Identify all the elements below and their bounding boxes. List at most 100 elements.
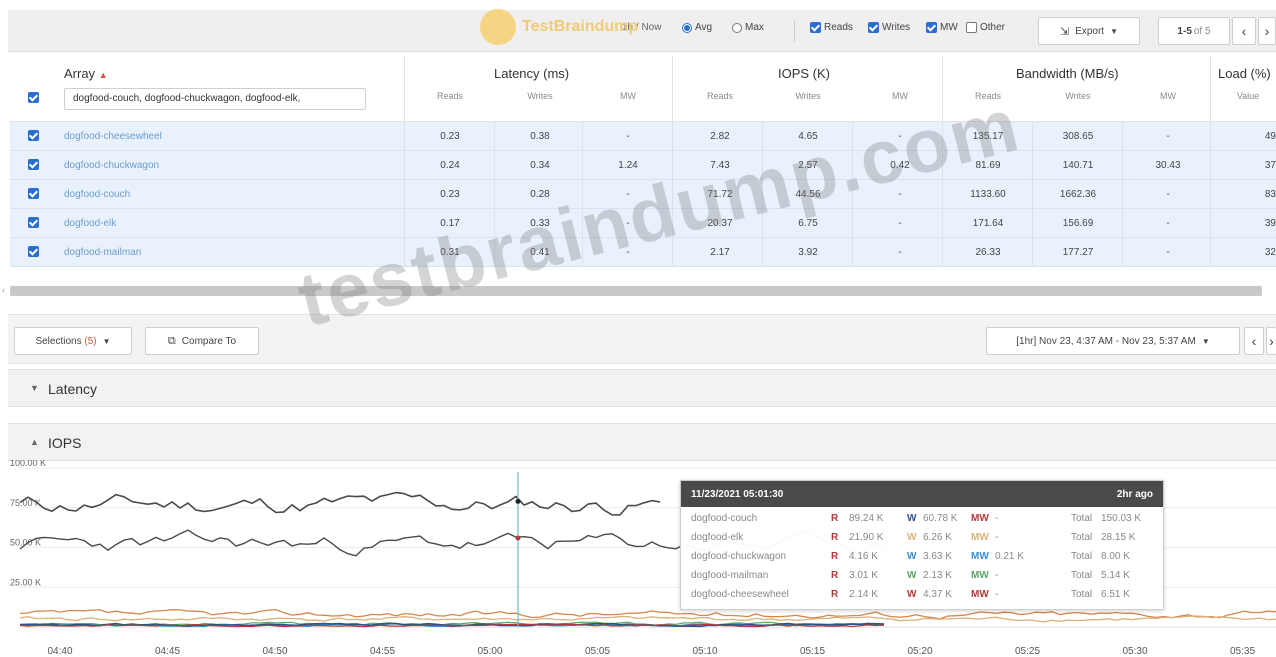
cell-iops-mw: - [898, 247, 902, 258]
selections-dropdown[interactable]: Selections (5) ▼ [14, 327, 132, 355]
cell-bw-w: 308.65 [1062, 131, 1094, 142]
cell-divider [582, 180, 583, 209]
cell-divider [1122, 122, 1123, 151]
export-button[interactable]: ⇲ Export ▼ [1038, 17, 1140, 45]
caret-down-icon: ▼ [1201, 336, 1210, 346]
table-row[interactable]: dogfood-chuckwagon 0.24 0.34 1.24 7.43 2.57 0.… [10, 151, 1276, 180]
cell-iops-mw: 0.42 [890, 160, 910, 171]
row-checkbox[interactable] [28, 159, 39, 170]
bw-mw-subheader[interactable]: MW [1138, 91, 1198, 101]
prev-page-button[interactable]: ‹ [1232, 17, 1256, 45]
time-next-button[interactable]: › [1266, 327, 1276, 355]
bw-writes-subheader[interactable]: Writes [1048, 91, 1108, 101]
array-name-link[interactable]: dogfood-mailman [64, 247, 141, 258]
cell-bw-w: 1662.36 [1059, 189, 1097, 200]
cell-divider [1032, 151, 1033, 180]
select-all-checkbox[interactable] [28, 92, 39, 103]
cell-divider [404, 238, 405, 267]
cell-lat-r: 0.23 [440, 131, 460, 142]
tooltip-r-label: R [831, 513, 839, 524]
cell-divider [1032, 238, 1033, 267]
time-prev-button[interactable]: ‹ [1244, 327, 1264, 355]
array-column-header[interactable]: Array ▲ [64, 66, 108, 81]
tooltip-total-label: Total [1071, 589, 1093, 600]
latency-mw-subheader[interactable]: MW [598, 91, 658, 101]
expanded-arrow-icon: ▲ [30, 437, 39, 447]
array-name-link[interactable]: dogfood-elk [64, 218, 116, 229]
array-name-link[interactable]: dogfood-couch [64, 189, 130, 200]
caret-down-icon: ▼ [102, 336, 111, 346]
cell-divider [762, 180, 763, 209]
cell-lat-r: 0.31 [440, 247, 460, 258]
time-range-dropdown[interactable]: [1hr] Nov 23, 4:37 AM - Nov 23, 5:37 AM … [986, 327, 1240, 355]
y-tick-label: 25.00 K [10, 577, 41, 587]
table-row[interactable]: dogfood-elk 0.17 0.33 - 20.37 6.75 - 171.64 156.… [10, 209, 1276, 238]
writes-checkbox[interactable]: Writes [868, 22, 910, 33]
table-row[interactable]: dogfood-mailman 0.31 0.41 - 2.17 3.92 - 26.33 17… [10, 238, 1276, 267]
max-label: Max [745, 22, 764, 33]
tooltip-timestamp: 11/23/2021 05:01:30 [691, 489, 784, 500]
other-checkbox[interactable]: Other [966, 22, 1005, 33]
horizontal-scrollbar[interactable] [10, 286, 1262, 296]
cell-divider [582, 209, 583, 238]
reads-checkbox[interactable]: Reads [810, 22, 853, 33]
mw-checkbox[interactable]: MW [926, 22, 958, 33]
cell-bw-r: 81.69 [975, 160, 1001, 171]
cell-iops-w: 2.57 [798, 160, 818, 171]
cell-lat-w: 0.33 [530, 218, 550, 229]
tooltip-w-label: W [907, 589, 917, 600]
table-row[interactable]: dogfood-cheesewheel 0.23 0.38 - 2.82 4.65 - 135… [10, 122, 1276, 151]
row-checkbox[interactable] [28, 246, 39, 257]
array-metrics-table: Array ▲ dogfood-couch, dogfood-chuckwago… [10, 56, 1276, 267]
row-checkbox[interactable] [28, 130, 39, 141]
iops-writes-subheader[interactable]: Writes [778, 91, 838, 101]
tooltip-r-value: 2.14 K [849, 589, 878, 600]
array-name-link[interactable]: dogfood-cheesewheel [64, 131, 162, 142]
load-value-subheader[interactable]: Value [1220, 91, 1276, 101]
cell-divider [582, 238, 583, 267]
compare-to-button[interactable]: ⧉ Compare To [145, 327, 259, 355]
latency-reads-subheader[interactable]: Reads [420, 91, 480, 101]
cell-bw-mw: - [1166, 247, 1170, 258]
x-tick-label: 05:30 [1122, 646, 1147, 657]
cell-divider [852, 122, 853, 151]
table-row[interactable]: dogfood-couch 0.23 0.28 - 71.72 44.56 - 1133.60… [10, 180, 1276, 209]
tooltip-row: dogfood-chuckwagon R 4.16 K W 3.63 K MW 0.21 K… [681, 551, 1165, 565]
column-divider [1210, 56, 1211, 122]
tooltip-row: dogfood-couch R 89.24 K W 60.78 K MW - Total 150… [681, 513, 1165, 527]
max-radio[interactable]: Max [732, 22, 764, 33]
series-line-elk-writes [19, 615, 1276, 623]
array-name-link[interactable]: dogfood-chuckwagon [64, 160, 159, 171]
latency-writes-subheader[interactable]: Writes [510, 91, 570, 101]
cell-bw-mw: 30.43 [1155, 160, 1181, 171]
caret-down-icon: ▼ [1110, 26, 1119, 36]
cell-bw-r: 135.17 [972, 131, 1004, 142]
cell-divider [942, 151, 943, 180]
iops-reads-subheader[interactable]: Reads [690, 91, 750, 101]
hover-point [515, 498, 521, 504]
scroll-left-arrow[interactable]: ‹ [2, 285, 5, 295]
tooltip-w-label: W [907, 513, 917, 524]
avg-radio[interactable]: Avg [682, 22, 712, 33]
cell-divider [672, 151, 673, 180]
cell-divider [852, 209, 853, 238]
row-checkbox[interactable] [28, 217, 39, 228]
tooltip-r-value: 4.16 K [849, 551, 878, 562]
latency-panel-header[interactable]: ▼ Latency [8, 369, 1276, 407]
cell-divider [494, 238, 495, 267]
iops-panel-header[interactable]: ▲ IOPS [8, 423, 1276, 461]
bw-reads-subheader[interactable]: Reads [958, 91, 1018, 101]
tooltip-total-value: 28.15 K [1101, 532, 1136, 543]
cell-bw-mw: - [1166, 131, 1170, 142]
cell-load: 32 [1264, 247, 1276, 258]
iops-mw-subheader[interactable]: MW [870, 91, 930, 101]
cell-load: 37 [1264, 160, 1276, 171]
next-page-button[interactable]: › [1258, 17, 1276, 45]
cell-divider [494, 151, 495, 180]
cell-divider [1032, 180, 1033, 209]
row-checkbox[interactable] [28, 188, 39, 199]
cell-divider [762, 238, 763, 267]
max-radio-icon [732, 22, 742, 33]
array-filter-input[interactable]: dogfood-couch, dogfood-chuckwagon, dogfo… [64, 88, 366, 110]
tooltip-ago: 2hr ago [1116, 489, 1153, 500]
